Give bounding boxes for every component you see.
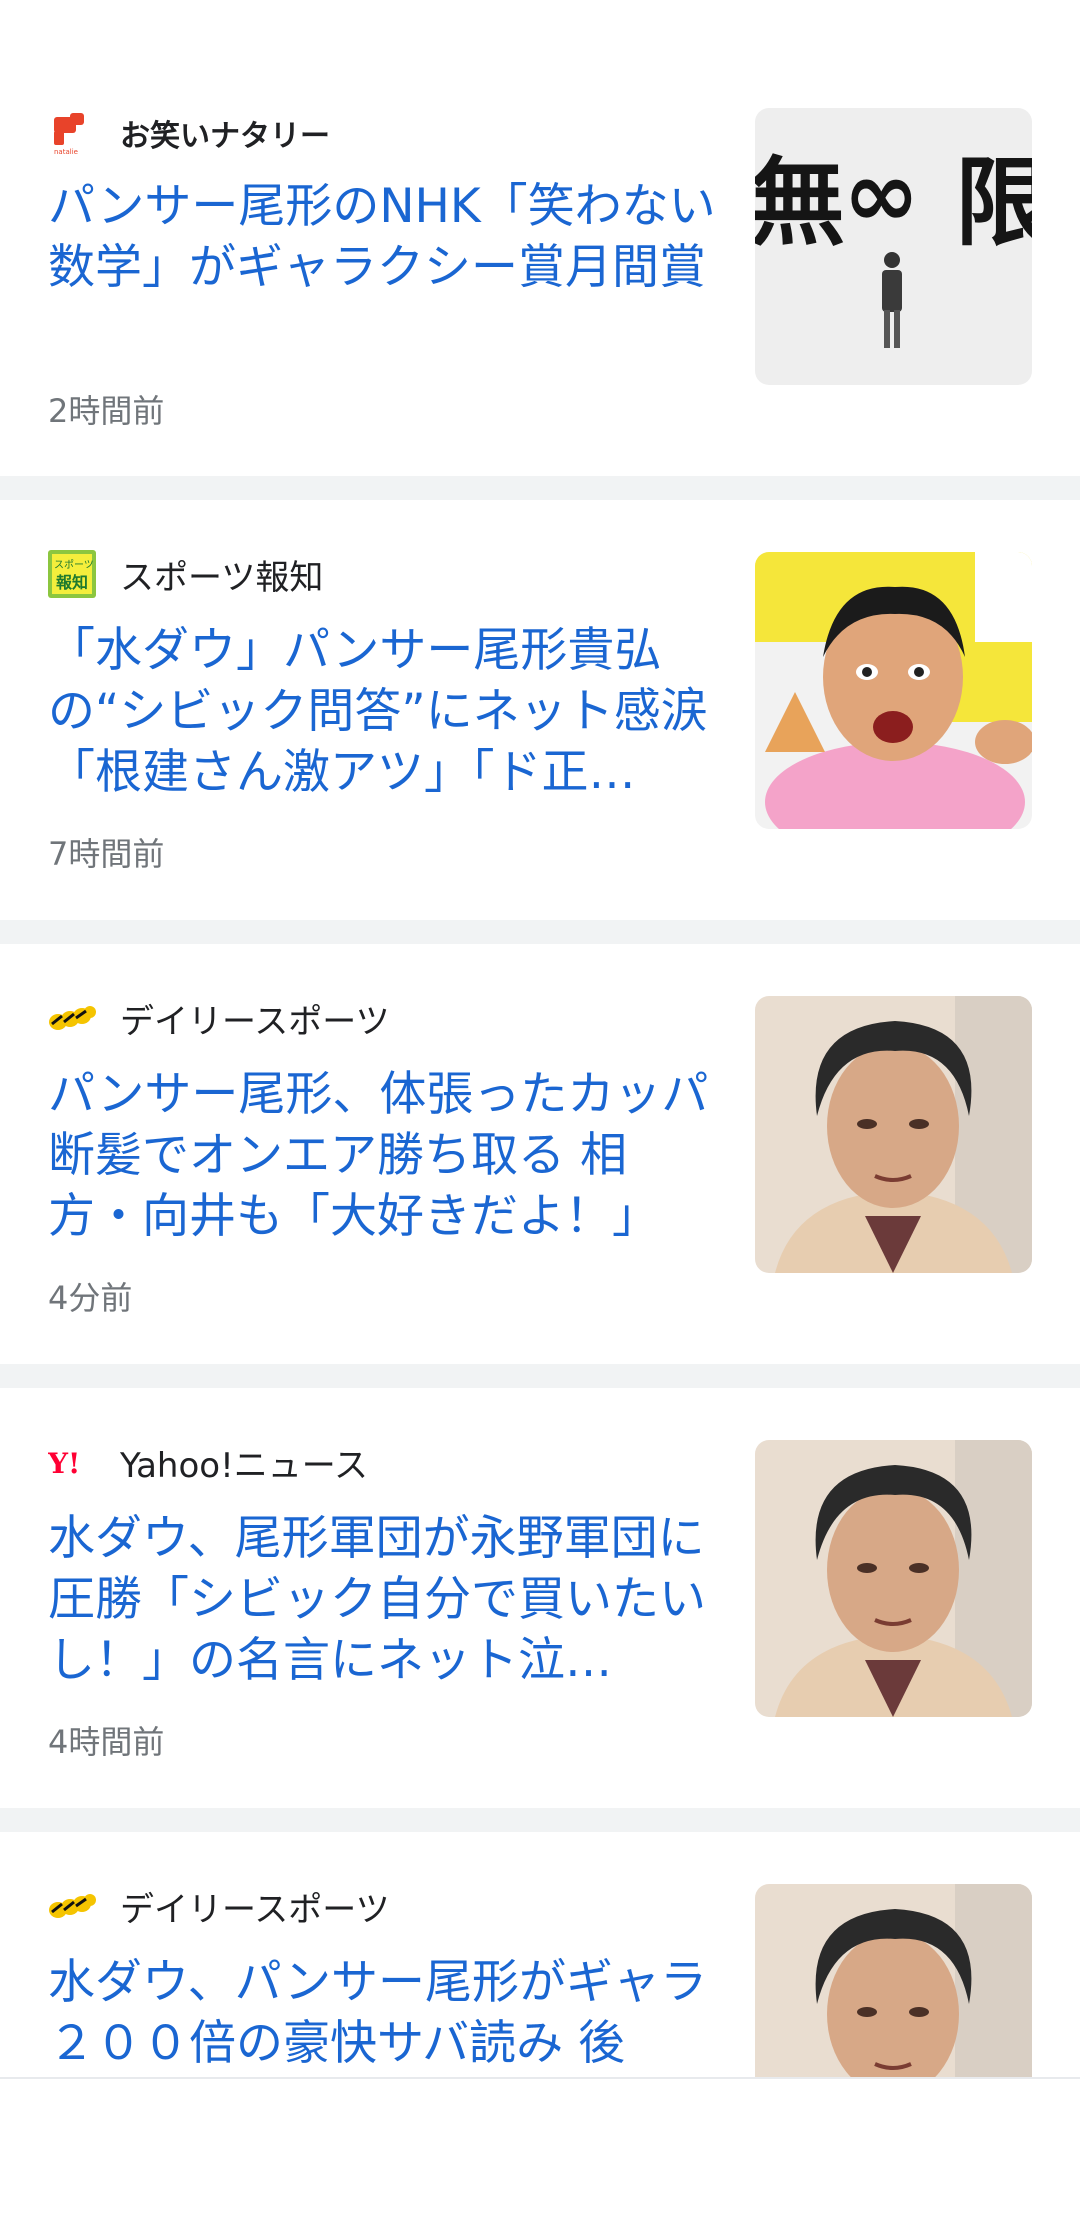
infinity-poster-thumbnail: 無 ∞ 限 xyxy=(755,108,1032,385)
timestamp: 4分前 xyxy=(48,1279,133,1317)
card-separator xyxy=(0,920,1080,944)
news-feed: natalie お笑いナタリー パンサー尾形のNHK「笑わない数学」がギャラクシ… xyxy=(0,0,1080,2077)
hochi-logo-icon: スポーツ 報知 xyxy=(48,550,96,598)
bottom-blank-area xyxy=(0,2079,1080,2220)
news-card[interactable]: Y! Yahoo!ニュース 水ダウ、尾形軍団が永野軍団に圧勝「シビック自分で買い… xyxy=(0,1388,1080,1808)
man-portrait-thumbnail xyxy=(755,1884,1032,2077)
yahoo-logo-icon: Y! xyxy=(48,1438,96,1486)
card-separator xyxy=(0,476,1080,500)
man-portrait-thumbnail xyxy=(755,996,1032,1273)
article-thumbnail[interactable] xyxy=(755,552,1032,829)
svg-text:スポーツ: スポーツ xyxy=(54,559,94,571)
source-row: natalie お笑いナタリー xyxy=(48,108,330,158)
man-portrait-thumbnail xyxy=(755,1440,1032,1717)
card-separator xyxy=(0,1808,1080,1832)
headline-link[interactable]: 水ダウ、尾形軍団が永野軍団に圧勝「シビック自分で買いたいし！」の名言にネット泣… xyxy=(48,1508,718,1691)
card-separator xyxy=(0,1364,1080,1388)
source-row: スポーツ 報知 スポーツ報知 xyxy=(48,549,323,599)
article-thumbnail[interactable]: 無 ∞ 限 xyxy=(755,108,1032,385)
source-name: デイリースポーツ xyxy=(120,1889,390,1930)
news-card[interactable]: デイリースポーツ 水ダウ、パンサー尾形がギャラ２００倍の豪快サバ読み 後 xyxy=(0,1832,1080,2077)
svg-text:natalie: natalie xyxy=(54,148,78,155)
svg-text:∞: ∞ xyxy=(843,141,920,248)
svg-text:限: 限 xyxy=(955,147,1032,259)
source-row: デイリースポーツ xyxy=(48,993,390,1043)
article-thumbnail[interactable] xyxy=(755,1884,1032,2077)
source-name: デイリースポーツ xyxy=(120,1001,390,1042)
svg-text:無: 無 xyxy=(755,147,845,259)
headline-link[interactable]: 「水ダウ」パンサー尾形貴弘の“シビック問答”にネット感涙「根建さん激アツ」「ド正… xyxy=(48,620,718,803)
svg-text:報知: 報知 xyxy=(56,573,88,592)
source-name: Yahoo!ニュース xyxy=(120,1445,369,1486)
man-pointing-thumbnail xyxy=(755,552,1032,829)
headline-link[interactable]: パンサー尾形のNHK「笑わない数学」がギャラクシー賞月間賞 xyxy=(48,176,718,298)
source-row: デイリースポーツ xyxy=(48,1881,390,1931)
svg-text:Y!: Y! xyxy=(48,1447,80,1477)
news-card[interactable]: natalie お笑いナタリー パンサー尾形のNHK「笑わない数学」がギャラクシ… xyxy=(0,56,1080,476)
article-thumbnail[interactable] xyxy=(755,996,1032,1273)
timestamp: 7時間前 xyxy=(48,835,165,873)
article-thumbnail[interactable] xyxy=(755,1440,1032,1717)
daily-logo-icon xyxy=(48,1882,96,1930)
news-card[interactable]: デイリースポーツ パンサー尾形、体張ったカッパ断髪でオンエア勝ち取る 相方・向井… xyxy=(0,944,1080,1364)
news-card[interactable]: スポーツ 報知 スポーツ報知 「水ダウ」パンサー尾形貴弘の“シビック問答”にネッ… xyxy=(0,500,1080,920)
timestamp: 2時間前 xyxy=(48,392,165,430)
source-name: お笑いナタリー xyxy=(120,119,330,154)
headline-link[interactable]: 水ダウ、パンサー尾形がギャラ２００倍の豪快サバ読み 後 xyxy=(48,1952,718,2074)
timestamp: 4時間前 xyxy=(48,1723,165,1761)
source-name: スポーツ報知 xyxy=(120,557,324,598)
natalie-logo-icon: natalie xyxy=(48,109,96,157)
headline-link[interactable]: パンサー尾形、体張ったカッパ断髪でオンエア勝ち取る 相方・向井も「大好きだよ！」 xyxy=(48,1064,718,1247)
daily-logo-icon xyxy=(48,994,96,1042)
source-row: Y! Yahoo!ニュース xyxy=(48,1437,368,1487)
